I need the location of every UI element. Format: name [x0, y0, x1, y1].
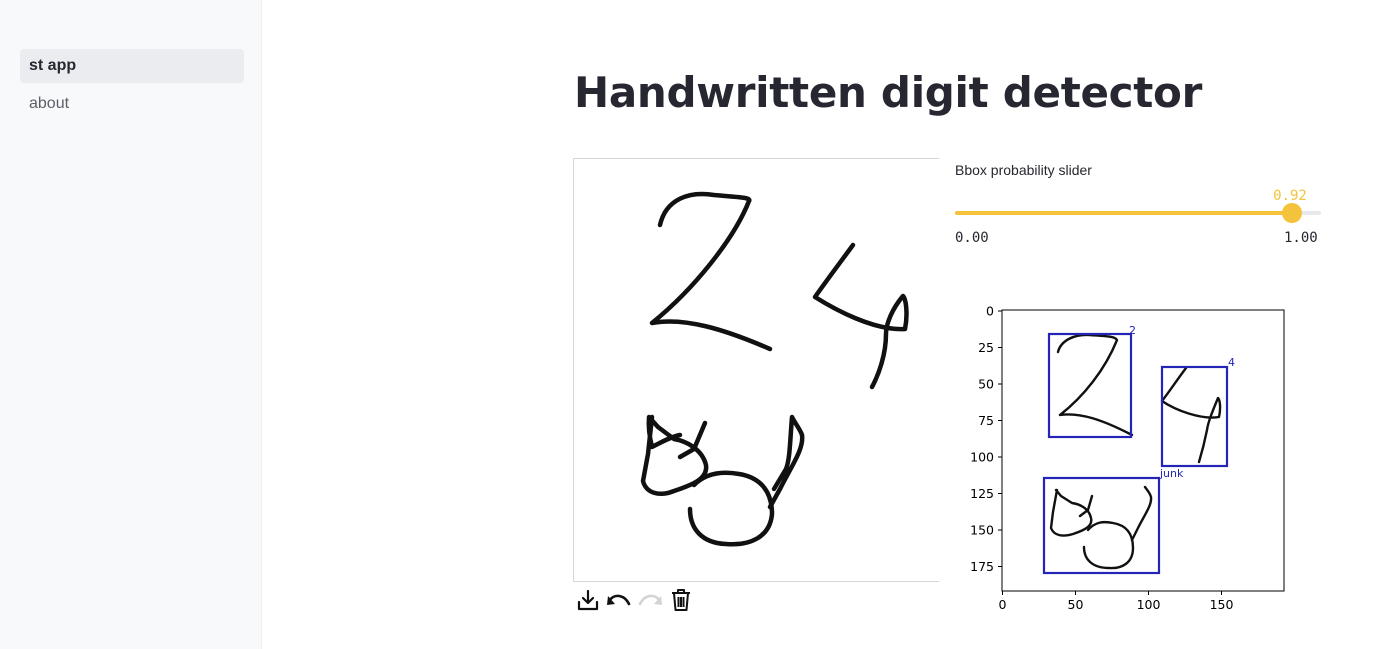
slider-label: Bbox probability slider — [955, 162, 1092, 178]
probability-slider[interactable] — [955, 203, 1321, 223]
slider-min-label: 0.00 — [955, 230, 989, 246]
drawing-canvas[interactable] — [573, 158, 939, 582]
stroke-cat-body — [687, 470, 775, 547]
download-icon[interactable] — [573, 586, 602, 614]
y-tick-label: 75 — [978, 413, 994, 428]
sidebar-nav: st app about — [20, 49, 244, 125]
stroke-cat-tail — [767, 414, 805, 510]
y-tick-label: 175 — [970, 559, 994, 574]
plot-x-ticks — [1002, 591, 1222, 595]
trash-icon[interactable] — [666, 586, 695, 614]
sidebar: st app about — [0, 0, 262, 649]
bbox-label-4: 4 — [1228, 356, 1235, 369]
canvas-toolbar — [573, 586, 695, 614]
redo-icon[interactable] — [635, 586, 664, 614]
bbox-label-junk: junk — [1159, 467, 1184, 480]
slider-fill — [955, 211, 1292, 215]
sidebar-item-about[interactable]: about — [20, 87, 244, 121]
slider-value: 0.92 — [1273, 188, 1307, 204]
y-tick-label: 125 — [970, 486, 994, 501]
sidebar-item-st-app[interactable]: st app — [20, 49, 244, 83]
page-title: Handwritten digit detector — [574, 68, 1203, 117]
slider-max-label: 1.00 — [1284, 230, 1318, 246]
stroke-digit-2 — [649, 191, 773, 352]
bbox-label-2: 2 — [1129, 324, 1136, 337]
x-tick-label: 100 — [1137, 597, 1161, 612]
undo-icon[interactable] — [604, 586, 633, 614]
plot-x-tick-labels: 0 50 100 150 — [999, 597, 1234, 612]
y-tick-label: 0 — [986, 304, 994, 319]
x-tick-label: 50 — [1068, 597, 1084, 612]
y-tick-label: 25 — [978, 340, 994, 355]
plot-y-tick-labels: 0 25 50 75 100 125 150 175 — [970, 304, 994, 575]
detection-plot: 2 4 junk 0 25 50 75 100 125 150 175 0 50… — [970, 304, 1285, 612]
x-tick-label: 150 — [1210, 597, 1234, 612]
plot-y-ticks — [998, 310, 1002, 567]
y-tick-label: 150 — [970, 523, 994, 538]
y-tick-label: 50 — [978, 377, 994, 392]
slider-thumb[interactable] — [1282, 203, 1302, 223]
stroke-digit-4 — [812, 242, 909, 390]
x-tick-label: 0 — [999, 597, 1007, 612]
canvas-drawing — [640, 191, 909, 547]
y-tick-label: 100 — [970, 450, 994, 465]
